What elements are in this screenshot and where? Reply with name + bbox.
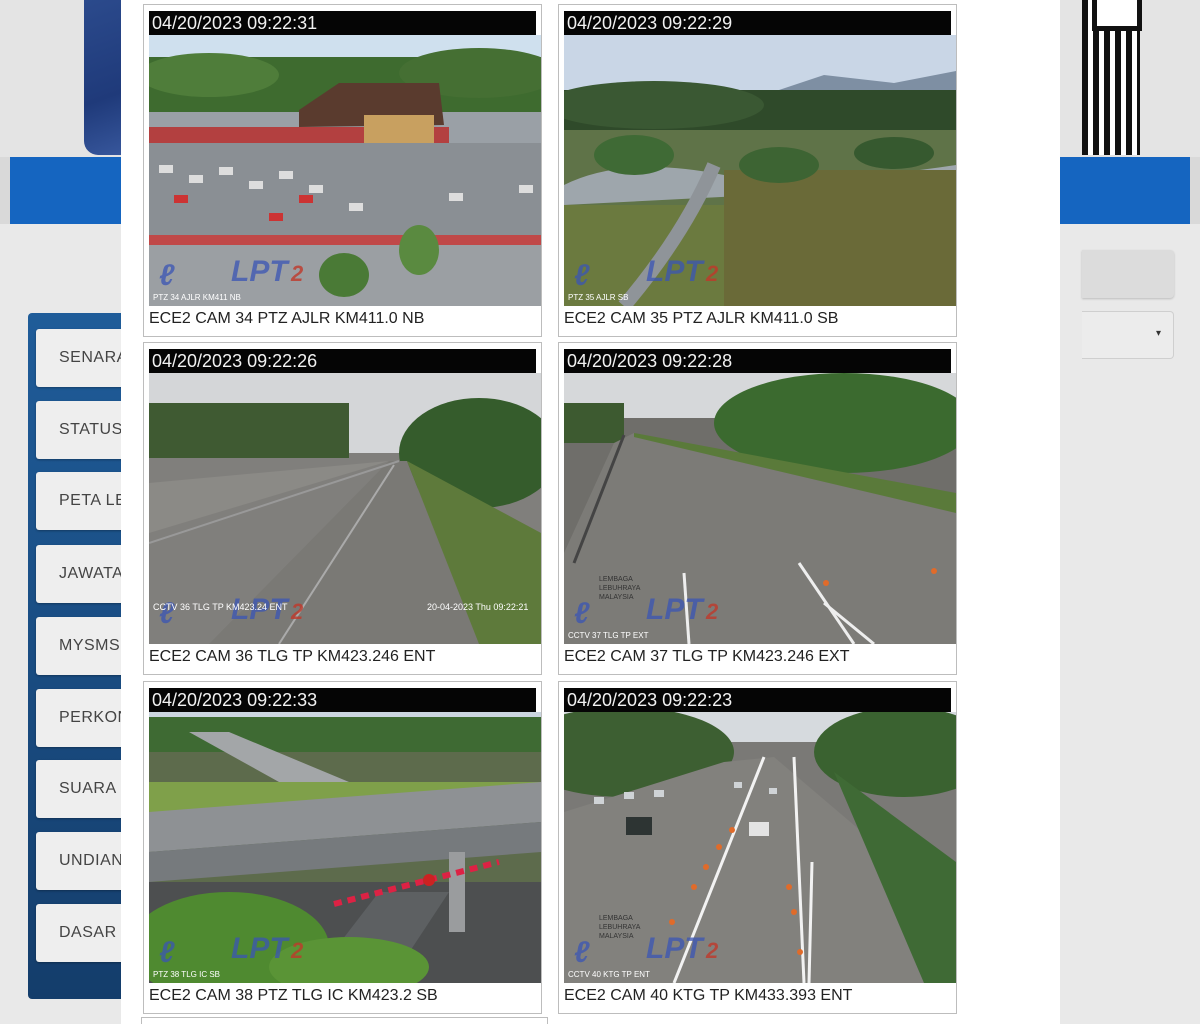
dropdown-select-partial[interactable]: ▾ bbox=[1082, 311, 1174, 359]
camera-card[interactable]: 04/20/2023 09:22:28 LEMBAGA LEBUHRAYA MA… bbox=[558, 342, 957, 675]
cctv-camera-modal: 04/20/2023 09:22:31 ℓ LPT 2 PTZ 34 AJLR … bbox=[121, 0, 1060, 1024]
svg-text:LPT: LPT bbox=[646, 255, 705, 288]
search-input-partial[interactable] bbox=[1082, 250, 1174, 298]
svg-text:2: 2 bbox=[705, 599, 719, 624]
svg-text:MALAYSIA: MALAYSIA bbox=[599, 933, 634, 940]
camera-card-partial[interactable] bbox=[141, 1017, 548, 1024]
camera-timestamp: 04/20/2023 09:22:33 bbox=[149, 688, 536, 712]
video-overlay-text: PTZ 34 AJLR KM411 NB bbox=[153, 293, 241, 302]
svg-text:MALAYSIA: MALAYSIA bbox=[599, 594, 634, 601]
camera-card[interactable]: 04/20/2023 09:22:31 ℓ LPT 2 PTZ 34 AJLR … bbox=[143, 4, 542, 337]
camera-caption: ECE2 CAM 35 PTZ AJLR KM411.0 SB bbox=[564, 310, 839, 327]
qr-code-corner bbox=[1092, 0, 1142, 31]
camera-timestamp: 04/20/2023 09:22:28 bbox=[564, 349, 951, 373]
svg-text:ℓ: ℓ bbox=[159, 936, 175, 969]
svg-text:2: 2 bbox=[705, 938, 719, 963]
svg-text:LPT: LPT bbox=[231, 932, 290, 965]
camera-caption: ECE2 CAM 36 TLG TP KM423.246 ENT bbox=[149, 648, 436, 665]
camera-timestamp: 04/20/2023 09:22:29 bbox=[564, 11, 951, 35]
svg-text:2: 2 bbox=[290, 261, 304, 286]
svg-text:2: 2 bbox=[290, 599, 304, 624]
svg-text:LPT: LPT bbox=[646, 593, 705, 626]
video-overlay-datetime: 20-04-2023 Thu 09:22:21 bbox=[427, 602, 528, 612]
camera-snapshot[interactable]: ℓ LPT 2 PTZ 34 AJLR KM411 NB bbox=[149, 35, 541, 306]
svg-text:ℓ: ℓ bbox=[574, 936, 590, 969]
camera-snapshot[interactable]: ℓ LPT 2 PTZ 35 AJLR SB bbox=[564, 35, 956, 306]
camera-card[interactable]: 04/20/2023 09:22:26 ℓ LPT 2 CCTV 36 TLG … bbox=[143, 342, 542, 675]
svg-text:LEBUHRAYA: LEBUHRAYA bbox=[599, 585, 641, 592]
video-overlay-text: PTZ 38 TLG IC SB bbox=[153, 970, 220, 979]
camera-timestamp: 04/20/2023 09:22:31 bbox=[149, 11, 536, 35]
camera-snapshot[interactable]: ℓ LPT 2 CCTV 36 TLG TP KM423.24 ENT 20-0… bbox=[149, 373, 541, 644]
camera-snapshot[interactable]: LEMBAGA LEBUHRAYA MALAYSIA ℓ LPT 2 CCTV … bbox=[564, 712, 956, 983]
camera-caption: ECE2 CAM 38 PTZ TLG IC KM423.2 SB bbox=[149, 987, 438, 1004]
video-overlay-text: PTZ 35 AJLR SB bbox=[568, 293, 628, 302]
svg-text:ℓ: ℓ bbox=[574, 259, 590, 292]
svg-text:LEMBAGA: LEMBAGA bbox=[599, 915, 633, 922]
camera-caption: ECE2 CAM 34 PTZ AJLR KM411.0 NB bbox=[149, 310, 425, 327]
svg-text:2: 2 bbox=[290, 938, 304, 963]
camera-timestamp: 04/20/2023 09:22:26 bbox=[149, 349, 536, 373]
camera-card[interactable]: 04/20/2023 09:22:29 ℓ LPT 2 PTZ 35 AJLR … bbox=[558, 4, 957, 337]
svg-text:LEBUHRAYA: LEBUHRAYA bbox=[599, 924, 641, 931]
video-overlay-text: CCTV 36 TLG TP KM423.24 ENT bbox=[153, 602, 288, 612]
svg-text:LEMBAGA: LEMBAGA bbox=[599, 576, 633, 583]
svg-text:LPT: LPT bbox=[231, 255, 290, 288]
camera-card[interactable]: 04/20/2023 09:22:23 LEMBAGA LEBUHRAYA MA… bbox=[558, 681, 957, 1014]
caret-down-icon: ▾ bbox=[1155, 328, 1161, 339]
camera-caption: ECE2 CAM 40 KTG TP KM433.393 ENT bbox=[564, 987, 853, 1004]
video-overlay-text: CCTV 40 KTG TP ENT bbox=[568, 970, 650, 979]
svg-text:ℓ: ℓ bbox=[159, 259, 175, 292]
camera-caption: ECE2 CAM 37 TLG TP KM423.246 EXT bbox=[564, 648, 850, 665]
camera-card[interactable]: 04/20/2023 09:22:33 ℓ LPT 2 PTZ 38 TLG I… bbox=[143, 681, 542, 1014]
svg-text:LPT: LPT bbox=[646, 932, 705, 965]
svg-text:2: 2 bbox=[705, 261, 719, 286]
camera-snapshot[interactable]: ℓ LPT 2 PTZ 38 TLG IC SB bbox=[149, 712, 541, 983]
camera-snapshot[interactable]: LEMBAGA LEBUHRAYA MALAYSIA ℓ LPT 2 CCTV … bbox=[564, 373, 956, 644]
camera-timestamp: 04/20/2023 09:22:23 bbox=[564, 688, 951, 712]
svg-text:ℓ: ℓ bbox=[574, 597, 590, 630]
video-overlay-text: CCTV 37 TLG TP EXT bbox=[568, 631, 649, 640]
